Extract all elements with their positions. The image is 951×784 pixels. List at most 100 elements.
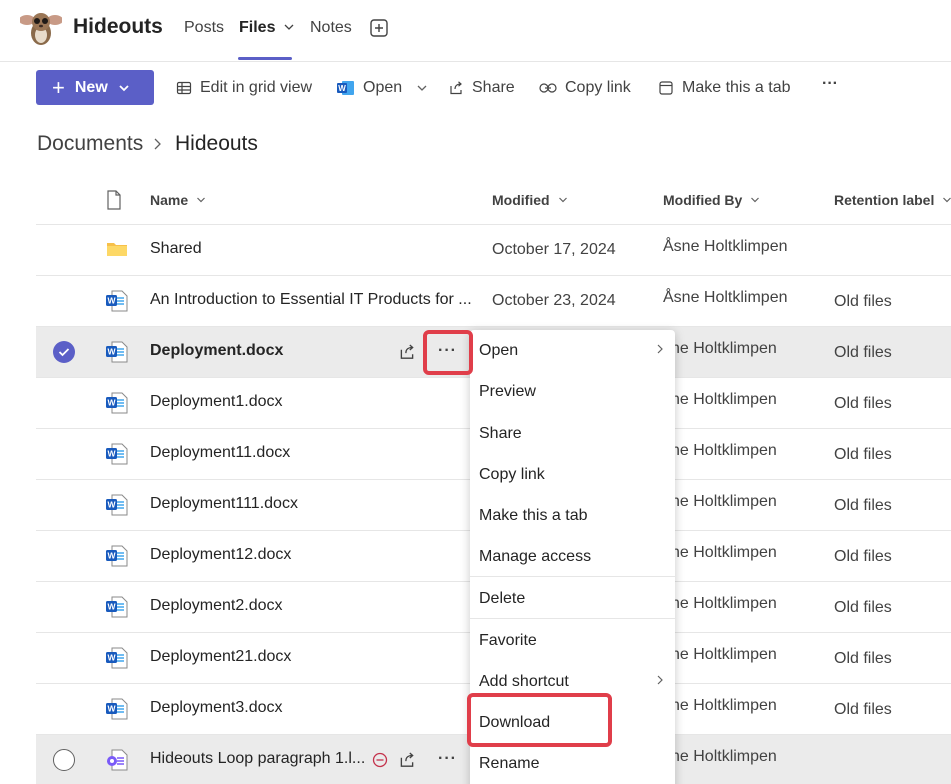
svg-text:W: W bbox=[107, 398, 116, 408]
file-retention: Old files bbox=[834, 701, 892, 718]
file-retention: Old files bbox=[834, 446, 892, 463]
column-retention-label: Retention label bbox=[834, 192, 935, 208]
file-modified-by: sne Holtklimpen bbox=[663, 391, 777, 408]
link-icon bbox=[539, 83, 557, 93]
menu-item-add-shortcut[interactable]: Add shortcut bbox=[479, 673, 569, 691]
svg-text:W: W bbox=[107, 551, 116, 561]
file-name[interactable]: Deployment2.docx bbox=[150, 597, 283, 615]
file-type-icon[interactable] bbox=[106, 190, 122, 210]
table-row[interactable]: Shared October 17, 2024 Åsne Holtklimpen bbox=[36, 225, 951, 276]
team-title: Hideouts bbox=[73, 15, 163, 38]
context-menu: Open Preview Share Copy link Make this a… bbox=[470, 330, 675, 784]
copy-link-label: Copy link bbox=[565, 79, 631, 96]
tab-posts[interactable]: Posts bbox=[184, 19, 224, 37]
column-header-modified[interactable]: Modified bbox=[492, 192, 568, 208]
menu-item-favorite[interactable]: Favorite bbox=[479, 632, 537, 650]
share-button[interactable]: Share bbox=[448, 79, 515, 97]
menu-item-open[interactable]: Open bbox=[479, 342, 518, 360]
make-tab-button[interactable]: Make this a tab bbox=[658, 79, 791, 97]
more-options-button[interactable]: ··· bbox=[438, 750, 460, 770]
file-name[interactable]: Deployment11.docx bbox=[150, 444, 290, 462]
file-modified-by: sne Holtklimpen bbox=[663, 340, 777, 357]
share-icon[interactable] bbox=[398, 343, 416, 361]
word-doc-icon: W bbox=[106, 494, 128, 516]
team-header: Hideouts Posts Files Notes bbox=[0, 0, 951, 62]
svg-text:W: W bbox=[107, 500, 116, 510]
svg-text:W: W bbox=[107, 296, 116, 306]
edit-grid-view-label: Edit in grid view bbox=[200, 79, 313, 96]
file-name[interactable]: Deployment12.docx bbox=[150, 546, 291, 564]
menu-item-rename[interactable]: Rename bbox=[479, 755, 539, 773]
menu-item-manage-access[interactable]: Manage access bbox=[479, 548, 591, 566]
tab-files-label: Files bbox=[239, 19, 276, 36]
chevron-down-icon bbox=[558, 197, 567, 203]
chevron-right-icon bbox=[657, 344, 663, 354]
file-retention: Old files bbox=[834, 497, 892, 514]
loop-icon bbox=[107, 749, 128, 771]
tab-notes[interactable]: Notes bbox=[310, 19, 352, 37]
word-doc-icon: W bbox=[106, 545, 128, 567]
file-name[interactable]: Deployment1.docx bbox=[150, 393, 283, 411]
file-name[interactable]: Deployment21.docx bbox=[150, 648, 291, 666]
file-modified: October 23, 2024 bbox=[492, 292, 616, 309]
share-icon[interactable] bbox=[398, 751, 416, 769]
file-name[interactable]: Deployment.docx bbox=[150, 342, 283, 360]
menu-divider bbox=[470, 576, 675, 577]
table-row[interactable]: W An Introduction to Essential IT Produc… bbox=[36, 276, 951, 327]
file-modified-by: sne Holtklimpen bbox=[663, 646, 777, 663]
new-button[interactable]: + New bbox=[36, 70, 154, 105]
menu-item-download[interactable]: Download bbox=[479, 714, 550, 732]
menu-item-share[interactable]: Share bbox=[479, 425, 522, 443]
plus-icon: + bbox=[52, 74, 65, 100]
breadcrumb-documents[interactable]: Documents bbox=[37, 132, 143, 156]
team-avatar[interactable] bbox=[20, 7, 62, 49]
column-modified-by-label: Modified By bbox=[663, 192, 743, 208]
open-button[interactable]: W Open bbox=[337, 79, 428, 97]
word-doc-icon: W bbox=[106, 392, 128, 414]
tab-icon bbox=[659, 81, 673, 95]
column-header-modified-by[interactable]: Modified By bbox=[663, 192, 760, 208]
svg-text:W: W bbox=[107, 602, 116, 612]
file-modified: October 17, 2024 bbox=[492, 241, 616, 258]
file-retention: Old files bbox=[834, 344, 892, 361]
menu-divider bbox=[470, 618, 675, 619]
word-doc-icon: W bbox=[106, 596, 128, 618]
svg-text:W: W bbox=[107, 347, 116, 357]
share-icon bbox=[450, 81, 462, 95]
breadcrumb-current: Hideouts bbox=[175, 132, 258, 155]
active-tab-indicator bbox=[238, 57, 292, 60]
row-checkbox[interactable] bbox=[53, 749, 75, 771]
column-name-label: Name bbox=[150, 192, 189, 208]
file-modified-by: sne Holtklimpen bbox=[663, 493, 777, 510]
svg-text:W: W bbox=[107, 653, 116, 663]
file-name[interactable]: Hideouts Loop paragraph 1.l... bbox=[150, 750, 365, 768]
edit-grid-view-button[interactable]: Edit in grid view bbox=[176, 79, 312, 97]
column-header-name[interactable]: Name bbox=[150, 192, 206, 208]
column-modified-label: Modified bbox=[492, 192, 550, 208]
menu-item-copy-link[interactable]: Copy link bbox=[479, 466, 545, 484]
tab-files[interactable]: Files bbox=[239, 19, 294, 37]
command-bar: + New Edit in grid view W Open Share Cop… bbox=[0, 62, 951, 114]
file-modified-by: sne Holtklimpen bbox=[663, 442, 777, 459]
add-tab-icon[interactable] bbox=[370, 19, 388, 37]
file-name[interactable]: An Introduction to Essential IT Products… bbox=[150, 291, 472, 309]
menu-item-preview[interactable]: Preview bbox=[479, 383, 536, 401]
word-doc-icon: W bbox=[106, 290, 128, 312]
copy-link-button[interactable]: Copy link bbox=[539, 79, 631, 97]
file-modified-by: Åsne Holtklimpen bbox=[663, 238, 788, 255]
column-header-retention[interactable]: Retention label bbox=[834, 192, 951, 208]
file-modified-by: Åsne Holtklimpen bbox=[663, 289, 788, 306]
menu-item-make-tab[interactable]: Make this a tab bbox=[479, 507, 588, 525]
chevron-down-icon bbox=[119, 84, 129, 91]
file-modified-by: sne Holtklimpen bbox=[663, 544, 777, 561]
more-options-button[interactable]: ··· bbox=[438, 342, 460, 362]
menu-item-delete[interactable]: Delete bbox=[479, 590, 525, 608]
file-name[interactable]: Shared bbox=[150, 240, 202, 258]
file-name[interactable]: Deployment3.docx bbox=[150, 699, 283, 717]
svg-text:W: W bbox=[338, 84, 346, 93]
file-retention: Old files bbox=[834, 548, 892, 565]
word-doc-icon: W bbox=[106, 647, 128, 669]
row-checkbox[interactable] bbox=[53, 341, 75, 363]
file-name[interactable]: Deployment111.docx bbox=[150, 495, 298, 513]
more-actions-button[interactable]: ··· bbox=[822, 75, 838, 93]
